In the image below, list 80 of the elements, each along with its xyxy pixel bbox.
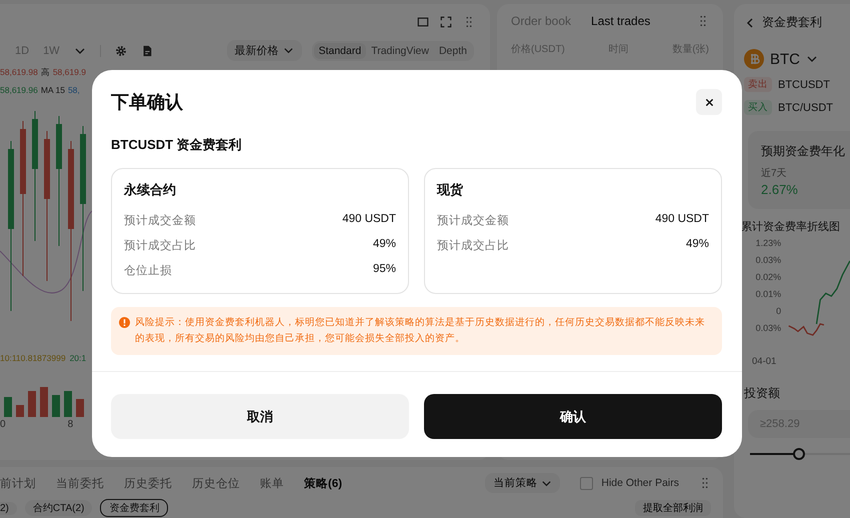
axis-label: 0.02% xyxy=(756,272,782,282)
close-button[interactable] xyxy=(696,89,722,115)
axis-label: 0 xyxy=(776,306,782,316)
caret-icon xyxy=(282,45,294,56)
period-rate: 2.67% xyxy=(761,182,799,197)
volume-bar xyxy=(64,391,72,417)
strategy-filter-dropdown[interactable]: 当前策略 xyxy=(485,473,560,493)
orders-tab[interactable]: 历史仓位 xyxy=(192,476,240,490)
chart-title: 累计资金费率折线图 xyxy=(741,220,841,234)
orders-tab[interactable]: 策略(6) xyxy=(304,476,342,490)
axis-label: 8 xyxy=(68,419,74,430)
slider-thumb[interactable] xyxy=(792,448,805,460)
card-title: 永续合约 xyxy=(124,181,177,199)
price-reading: 58,619.98 xyxy=(0,67,38,79)
ma-reading: 58, xyxy=(68,85,80,95)
volume-bar xyxy=(16,405,24,417)
volume-reading: 10:110.81873999 xyxy=(0,353,66,363)
field-label: 预计成交金额 xyxy=(437,213,509,228)
confirm-button[interactable]: 确认 xyxy=(424,394,722,439)
field-label: 预计成交占比 xyxy=(437,238,509,253)
price-type-dropdown[interactable]: 最新价格 xyxy=(226,40,302,61)
orders-tab[interactable]: 历史委托 xyxy=(124,476,172,490)
checkbox[interactable] xyxy=(580,476,594,490)
ma-reading: MA 15 xyxy=(40,85,65,95)
side-tag: 卖出 xyxy=(744,77,772,92)
view-tab[interactable]: TradingView xyxy=(366,42,434,58)
card-title: 预期资金费年化 xyxy=(761,143,846,160)
field-value: 490 USDT xyxy=(655,213,709,227)
volume-bar xyxy=(28,391,36,417)
card-title: 现货 xyxy=(437,181,464,199)
volume-bar xyxy=(52,395,60,417)
price-reading: 高 xyxy=(40,67,50,79)
withdraw-button[interactable]: 提取全部利润 xyxy=(635,500,711,516)
close-icon xyxy=(704,98,714,106)
cancel-button[interactable]: 取消 xyxy=(111,394,409,439)
pair-name: BTCUSDT xyxy=(778,78,830,90)
volume-bar xyxy=(40,387,48,417)
strategy-name: BTCUSDT 资金费套利 xyxy=(111,136,243,154)
warning-icon xyxy=(119,317,130,328)
field-value: 95% xyxy=(372,263,396,277)
volume-reading: 20:1 xyxy=(70,353,86,363)
risk-notice-text: 风险提示：使用资金费套利机器人，标明您已知道并了解该策略的算法是基于历史数据进行的，任何历史交易数据都不能反映未来的表现，所有交易的风险均由您自己承担，您可能会损失全部投入的资产。 xyxy=(135,316,706,346)
panel-title: 资金费套利 xyxy=(762,14,822,31)
volume-bar xyxy=(76,399,84,417)
coin-icon xyxy=(744,49,764,69)
orders-tab[interactable]: 当前委托 xyxy=(56,476,104,490)
axis-label: 0.03% xyxy=(756,323,782,333)
gear-icon[interactable] xyxy=(114,44,127,56)
field-label: 投资额 xyxy=(744,385,781,402)
orders-tab[interactable]: 前计划 xyxy=(0,476,36,490)
period-label: 近7天 xyxy=(761,166,788,180)
field-label: 预计成交占比 xyxy=(124,238,196,253)
price-reading: 58,619.9 xyxy=(52,67,86,79)
field-value: 49% xyxy=(686,238,709,252)
field-value: 49% xyxy=(372,238,396,252)
filter-chip[interactable]: 2) xyxy=(0,502,17,514)
document-icon[interactable] xyxy=(140,44,153,56)
ma-reading: 58,619.96 xyxy=(0,85,38,95)
coin-selector[interactable]: BTC xyxy=(770,50,800,68)
fullscreen-icon[interactable] xyxy=(440,16,452,28)
field-value: 490 USDT xyxy=(342,213,396,227)
axis-label: 0.01% xyxy=(756,289,782,299)
axis-label: 0.03% xyxy=(756,255,782,265)
view-tab[interactable]: Standard xyxy=(314,42,366,58)
pair-name: BTC/USDT xyxy=(778,102,833,114)
orders-tab[interactable]: 账单 xyxy=(260,476,284,490)
checkbox-label: Hide Other Pairs xyxy=(601,477,679,489)
side-tag: 买入 xyxy=(744,100,772,115)
axis-label: 04-01 xyxy=(752,356,776,367)
filter-chip[interactable]: 合约CTA(2) xyxy=(24,500,92,516)
window-icon[interactable] xyxy=(417,16,429,28)
view-tab[interactable]: Depth xyxy=(434,42,472,58)
axis-label: 0 xyxy=(0,419,6,430)
field-label: 仓位止损 xyxy=(124,264,172,278)
filter-chip[interactable]: 资金费套利 xyxy=(100,499,168,517)
dialog-title: 下单确认 xyxy=(111,91,183,114)
field-label: 预计成交金额 xyxy=(124,213,196,228)
order-book-tab[interactable]: Last trades xyxy=(591,14,650,28)
volume-bar xyxy=(4,397,12,417)
axis-label: 1.23% xyxy=(756,238,782,248)
